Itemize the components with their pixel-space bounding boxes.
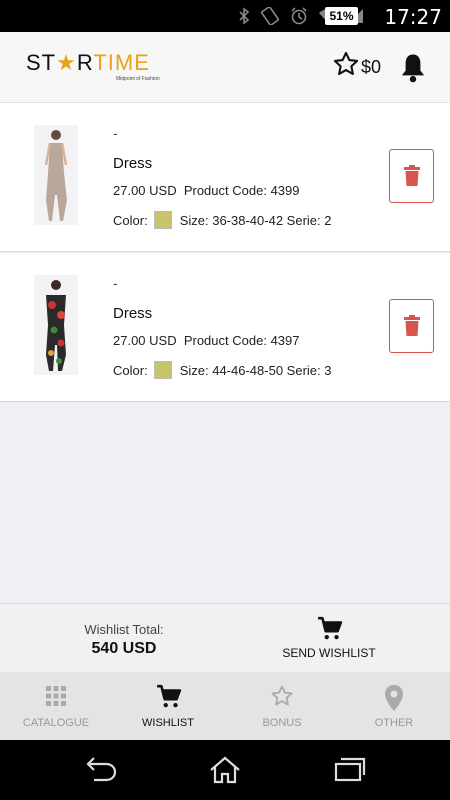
send-wishlist-label: SEND WISHLIST xyxy=(282,646,376,660)
serie-value: 3 xyxy=(324,362,332,378)
serie-label: Serie: xyxy=(286,362,321,378)
size-label: Size: xyxy=(179,362,209,378)
color-label: Color: xyxy=(113,212,148,228)
logo-time: TIME xyxy=(93,50,150,75)
send-wishlist-button[interactable]: SEND WISHLIST xyxy=(270,614,388,666)
grid-icon xyxy=(46,686,66,706)
product-price-line: 27.00 USD Product Code: 4397 xyxy=(113,333,299,348)
trash-icon xyxy=(403,315,420,336)
rotate-icon xyxy=(260,7,280,25)
star-icon xyxy=(271,685,293,706)
serie-value: 2 xyxy=(324,212,332,228)
location-pin-icon xyxy=(385,685,403,711)
tab-catalogue[interactable]: CATALOGUE xyxy=(0,672,112,740)
product-price-line: 27.00 USD Product Code: 4399 xyxy=(113,183,299,198)
product-price: 27.00 USD xyxy=(113,333,177,348)
product-attributes: Color: Size: 44-46-48-50 Serie: 3 xyxy=(113,361,332,379)
delete-button[interactable] xyxy=(389,299,434,353)
size-value: 36-38-40-42 xyxy=(212,212,284,228)
cart-icon xyxy=(318,616,343,640)
product-name: Dress xyxy=(113,155,153,172)
product-code-label: Product Code: xyxy=(183,183,267,198)
product-image xyxy=(34,125,78,225)
color-swatch xyxy=(153,361,172,379)
product-image xyxy=(34,275,78,375)
star-outline-icon xyxy=(333,51,359,75)
product-price: 27.00 USD xyxy=(113,183,177,198)
logo-tagline: Midpoint of Fashion xyxy=(116,76,160,82)
delete-button[interactable] xyxy=(389,149,434,203)
tab-wishlist[interactable]: WISHLIST xyxy=(112,672,224,740)
serie-label: Serie: xyxy=(286,212,321,228)
tab-label: OTHER xyxy=(374,717,414,729)
battery-level: 51 xyxy=(329,9,343,23)
color-swatch xyxy=(153,211,172,229)
product-name: Dress xyxy=(113,305,153,322)
cart-icon xyxy=(157,684,182,708)
trash-icon xyxy=(403,165,420,186)
wishlist-total-label: Wishlist Total: xyxy=(84,622,164,637)
product-code-label: Product Code: xyxy=(183,333,267,348)
product-code: 4399 xyxy=(270,183,300,198)
system-nav-bar xyxy=(0,740,450,800)
tab-bonus[interactable]: BONUS xyxy=(226,672,338,740)
product-subtitle: - xyxy=(113,275,118,291)
product-attributes: Color: Size: 36-38-40-42 Serie: 2 xyxy=(113,211,332,229)
status-bar: 51% 17:27 xyxy=(0,0,450,32)
alarm-icon xyxy=(291,7,307,25)
balance-amount: $0 xyxy=(361,56,382,77)
wishlist-total-value: 540 USD xyxy=(91,640,157,657)
tab-label: WISHLIST xyxy=(142,717,194,729)
product-subtitle: - xyxy=(113,125,118,141)
tab-label: CATALOGUE xyxy=(22,717,90,729)
logo-st: ST xyxy=(26,50,57,75)
logo-r: R xyxy=(76,50,94,75)
home-icon[interactable] xyxy=(208,756,242,784)
bonus-balance[interactable]: $0 xyxy=(332,50,381,78)
bottom-tab-bar: CATALOGUE WISHLIST BONUS OTHER xyxy=(0,672,450,740)
app-header: ST★RTIME Midpoint of Fashion $0 xyxy=(0,32,450,103)
color-label: Color: xyxy=(113,362,148,378)
wishlist-summary: Wishlist Total: 540 USD SEND WISHLIST xyxy=(0,603,450,673)
list-item[interactable]: - Dress 27.00 USD Product Code: 4399 Col… xyxy=(0,103,450,252)
size-label: Size: xyxy=(179,212,209,228)
size-value: 44-46-48-50 xyxy=(212,362,284,378)
recent-apps-icon[interactable] xyxy=(333,756,367,782)
battery-icon: 51% xyxy=(325,7,358,25)
logo-star: ★ xyxy=(56,50,77,75)
wishlist-items: - Dress 27.00 USD Product Code: 4399 Col… xyxy=(0,103,450,402)
bell-icon[interactable] xyxy=(398,52,428,84)
bluetooth-icon xyxy=(239,7,250,25)
tab-label: BONUS xyxy=(262,717,302,729)
clock: 17:27 xyxy=(384,5,442,29)
logo[interactable]: ST★RTIME Midpoint of Fashion xyxy=(26,50,160,82)
back-icon[interactable] xyxy=(84,756,118,782)
list-item[interactable]: - Dress 27.00 USD Product Code: 4397 Col… xyxy=(0,253,450,402)
tab-other[interactable]: OTHER xyxy=(338,672,450,740)
product-code: 4397 xyxy=(270,333,300,348)
